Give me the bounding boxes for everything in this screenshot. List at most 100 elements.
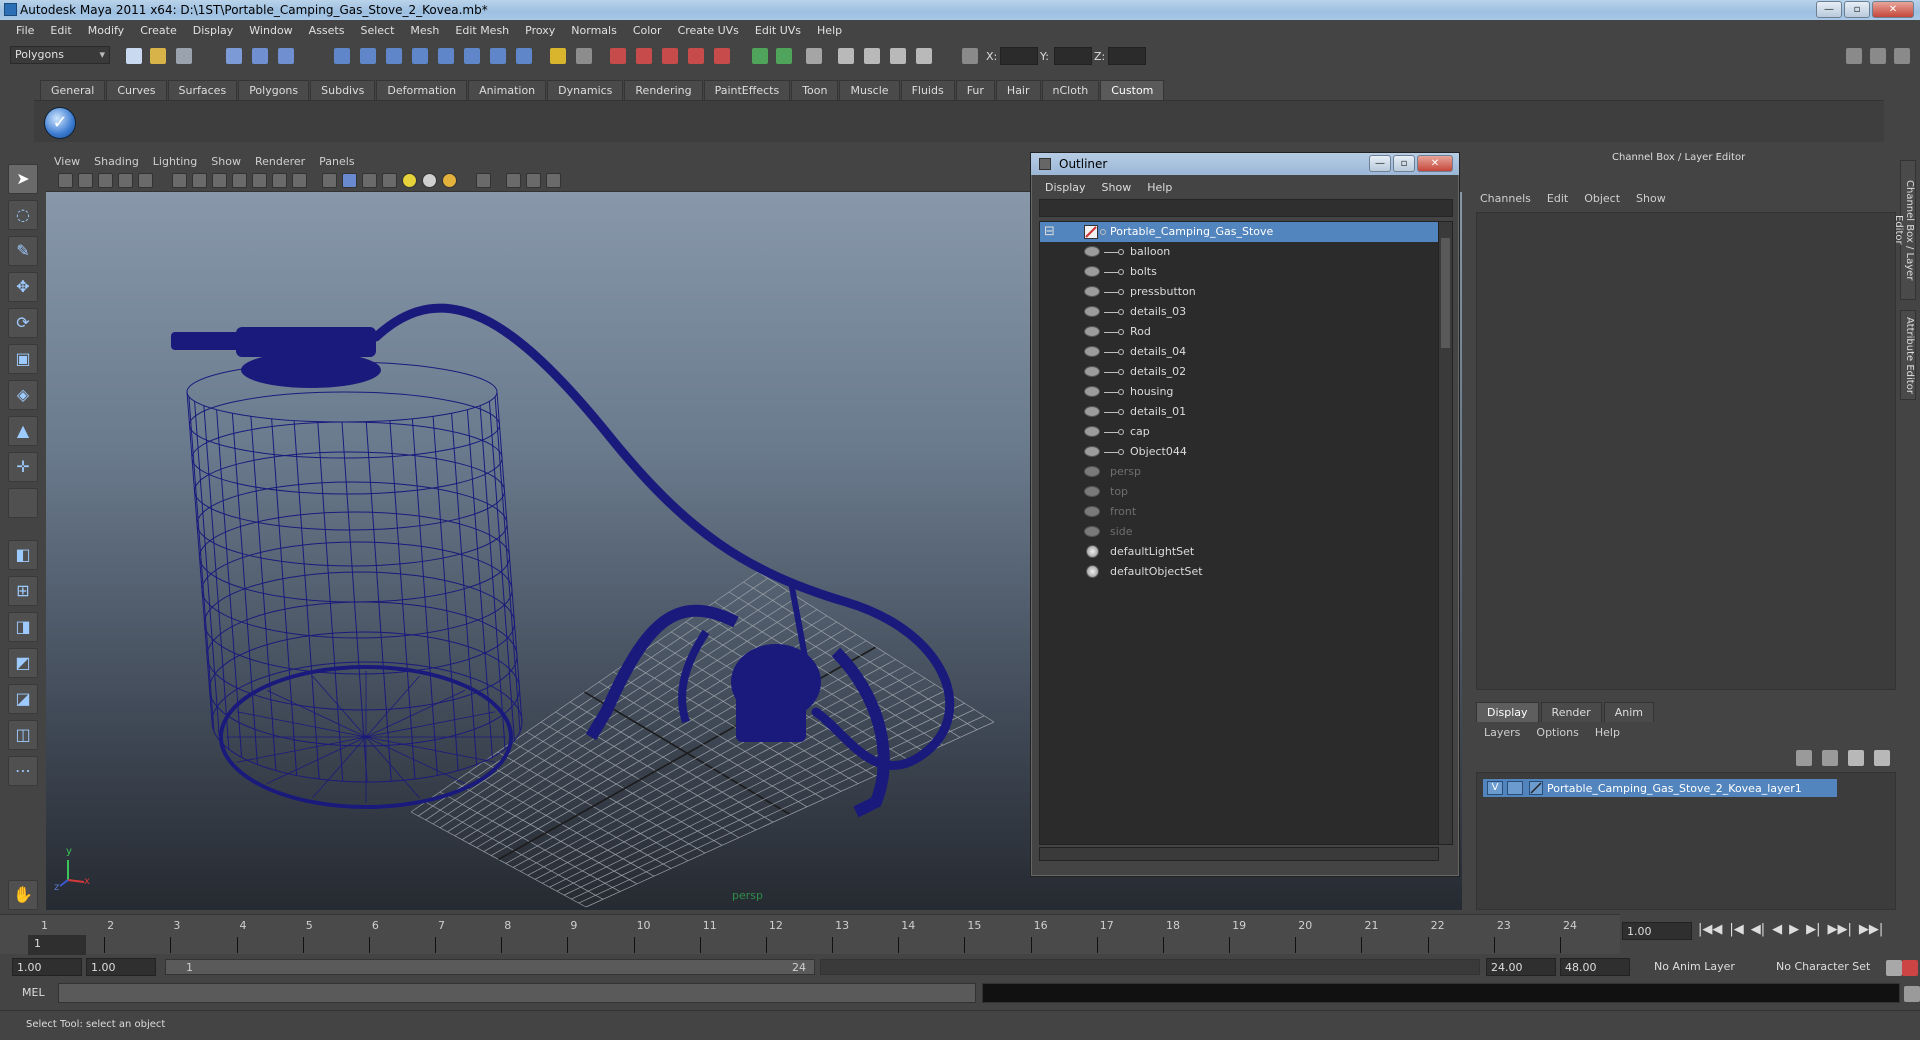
output-ops-icon[interactable] bbox=[776, 48, 792, 64]
camera-attributes-icon[interactable] bbox=[78, 173, 93, 188]
collapse-toggle-icon[interactable]: ⊟ bbox=[1044, 224, 1055, 239]
menu-edit-uvs[interactable]: Edit UVs bbox=[747, 24, 809, 37]
wireframe-icon[interactable] bbox=[322, 173, 337, 188]
outliner-item[interactable]: details_01 bbox=[1040, 402, 1438, 422]
isolate-select-icon[interactable] bbox=[506, 173, 521, 188]
select-deformations-icon[interactable] bbox=[464, 48, 480, 64]
create-layer-from-selected-icon[interactable] bbox=[1874, 750, 1890, 766]
go-to-start-icon[interactable]: |◀◀ bbox=[1698, 922, 1722, 937]
channel-menu-show[interactable]: Show bbox=[1636, 192, 1666, 205]
toggle-tool-settings-icon[interactable] bbox=[1894, 48, 1910, 64]
layer-playback-toggle[interactable] bbox=[1507, 781, 1523, 795]
gate-mask-icon[interactable] bbox=[232, 173, 247, 188]
render-settings-icon[interactable] bbox=[916, 48, 932, 64]
menu-window[interactable]: Window bbox=[241, 24, 300, 37]
x-coord-field[interactable] bbox=[1000, 47, 1038, 65]
snap-point-icon[interactable] bbox=[662, 48, 678, 64]
minimize-button[interactable]: — bbox=[1816, 1, 1842, 18]
snap-view-plane-icon[interactable] bbox=[688, 48, 704, 64]
shelf-tab-muscle[interactable]: Muscle bbox=[839, 80, 900, 100]
make-live-icon[interactable] bbox=[714, 48, 730, 64]
textured-icon[interactable] bbox=[382, 173, 397, 188]
render-current-frame-icon[interactable] bbox=[864, 48, 880, 64]
render-view-icon[interactable] bbox=[838, 48, 854, 64]
layout-hypershade-icon[interactable]: ◪ bbox=[8, 684, 38, 714]
xray-icon[interactable] bbox=[476, 173, 491, 188]
menu-edit-mesh[interactable]: Edit Mesh bbox=[447, 24, 517, 37]
layer-visibility-toggle[interactable]: V bbox=[1487, 781, 1503, 795]
playback-start-field[interactable]: 1.00 bbox=[86, 958, 156, 976]
custom-shelf-check-icon[interactable]: ✓ bbox=[44, 107, 76, 139]
outliner-item[interactable]: housing bbox=[1040, 382, 1438, 402]
highlight-selection-icon[interactable] bbox=[576, 48, 592, 64]
paint-select-tool-icon[interactable]: ✎ bbox=[8, 236, 38, 266]
shelf-tab-ncloth[interactable]: nCloth bbox=[1041, 80, 1100, 100]
channel-menu-object[interactable]: Object bbox=[1584, 192, 1620, 205]
safe-title-icon[interactable] bbox=[292, 173, 307, 188]
command-language-label[interactable]: MEL bbox=[22, 986, 45, 999]
input-ops-icon[interactable] bbox=[752, 48, 768, 64]
move-tool-icon[interactable]: ✥ bbox=[8, 272, 38, 302]
menu-set-selector[interactable]: Polygons bbox=[10, 46, 110, 64]
outliner-vertical-scrollbar[interactable] bbox=[1438, 222, 1452, 844]
menu-edit[interactable]: Edit bbox=[42, 24, 79, 37]
layer-color-icon[interactable] bbox=[1529, 781, 1543, 795]
last-tool-icon[interactable] bbox=[8, 488, 38, 518]
rotate-tool-icon[interactable]: ⟳ bbox=[8, 308, 38, 338]
y-coord-field[interactable] bbox=[1054, 47, 1092, 65]
viewport-menu-renderer[interactable]: Renderer bbox=[255, 155, 305, 168]
grid-icon[interactable] bbox=[172, 173, 187, 188]
step-forward-frame-icon[interactable]: ▶▶| bbox=[1828, 922, 1852, 937]
layer-menu-help[interactable]: Help bbox=[1595, 726, 1620, 739]
shelf-tab-general[interactable]: General bbox=[40, 80, 106, 100]
outliner-item[interactable]: balloon bbox=[1040, 242, 1438, 262]
outliner-menu-show[interactable]: Show bbox=[1102, 181, 1132, 194]
select-curves-icon[interactable] bbox=[412, 48, 428, 64]
ipr-render-icon[interactable] bbox=[890, 48, 906, 64]
outliner-item[interactable]: pressbutton bbox=[1040, 282, 1438, 302]
outliner-item[interactable]: cap bbox=[1040, 422, 1438, 442]
layer-menu-layers[interactable]: Layers bbox=[1484, 726, 1520, 739]
move-layer-up-icon[interactable] bbox=[1796, 750, 1812, 766]
character-set-dropdown[interactable]: No Character Set bbox=[1772, 958, 1882, 976]
layout-dope-sheet-icon[interactable]: ◫ bbox=[8, 720, 38, 750]
layout-four-pane-icon[interactable]: ⊞ bbox=[8, 576, 38, 606]
film-gate-icon[interactable] bbox=[192, 173, 207, 188]
channel-menu-edit[interactable]: Edit bbox=[1547, 192, 1568, 205]
outliner-close-button[interactable]: ✕ bbox=[1417, 155, 1453, 172]
toggle-attribute-editor-icon[interactable] bbox=[1870, 48, 1886, 64]
field-chart-icon[interactable] bbox=[252, 173, 267, 188]
command-input[interactable] bbox=[58, 983, 976, 1003]
outliner-item[interactable]: defaultObjectSet bbox=[1040, 562, 1438, 582]
z-coord-field[interactable] bbox=[1108, 47, 1146, 65]
step-forward-key-icon[interactable]: ▶| bbox=[1806, 922, 1820, 937]
shelf-tab-fur[interactable]: Fur bbox=[955, 80, 995, 100]
range-slider-handle[interactable]: 1 24 bbox=[165, 959, 815, 975]
display-layer-row[interactable]: V Portable_Camping_Gas_Stove_2_Kovea_lay… bbox=[1483, 779, 1837, 797]
soft-modification-icon[interactable]: ▲ bbox=[8, 416, 38, 446]
lasso-tool-icon[interactable]: ◌ bbox=[8, 200, 38, 230]
menu-modify[interactable]: Modify bbox=[80, 24, 132, 37]
outliner-title-bar[interactable]: Outliner — ▫ ✕ bbox=[1031, 153, 1459, 175]
layout-outliner-persp-icon[interactable]: ◨ bbox=[8, 612, 38, 642]
menu-proxy[interactable]: Proxy bbox=[517, 24, 563, 37]
layout-options-icon[interactable]: ⋯ bbox=[8, 756, 38, 786]
smooth-shade-icon[interactable] bbox=[342, 173, 357, 188]
shelf-tab-painteffects[interactable]: PaintEffects bbox=[703, 80, 791, 100]
safe-action-icon[interactable] bbox=[272, 173, 287, 188]
outliner-item[interactable]: front bbox=[1040, 502, 1438, 522]
outliner-item[interactable]: details_03 bbox=[1040, 302, 1438, 322]
outliner-filter-field[interactable] bbox=[1039, 199, 1453, 217]
outliner-root-item[interactable]: ⊟ Portable_Camping_Gas_Stove bbox=[1040, 222, 1438, 242]
outliner-horizontal-scrollbar[interactable] bbox=[1039, 847, 1439, 861]
transform-mode-icon[interactable] bbox=[962, 48, 978, 64]
step-back-frame-icon[interactable]: |◀ bbox=[1729, 922, 1743, 937]
range-slider-track[interactable] bbox=[820, 959, 1480, 975]
outliner-item[interactable]: details_02 bbox=[1040, 362, 1438, 382]
channel-menu-channels[interactable]: Channels bbox=[1480, 192, 1531, 205]
play-backwards-icon[interactable]: ◀ bbox=[1772, 922, 1782, 937]
select-by-hierarchy-icon[interactable] bbox=[226, 48, 242, 64]
lock-selection-icon[interactable] bbox=[550, 48, 566, 64]
default-lighting-icon[interactable] bbox=[402, 173, 417, 188]
current-frame-field[interactable]: 1.00 bbox=[1622, 922, 1692, 940]
